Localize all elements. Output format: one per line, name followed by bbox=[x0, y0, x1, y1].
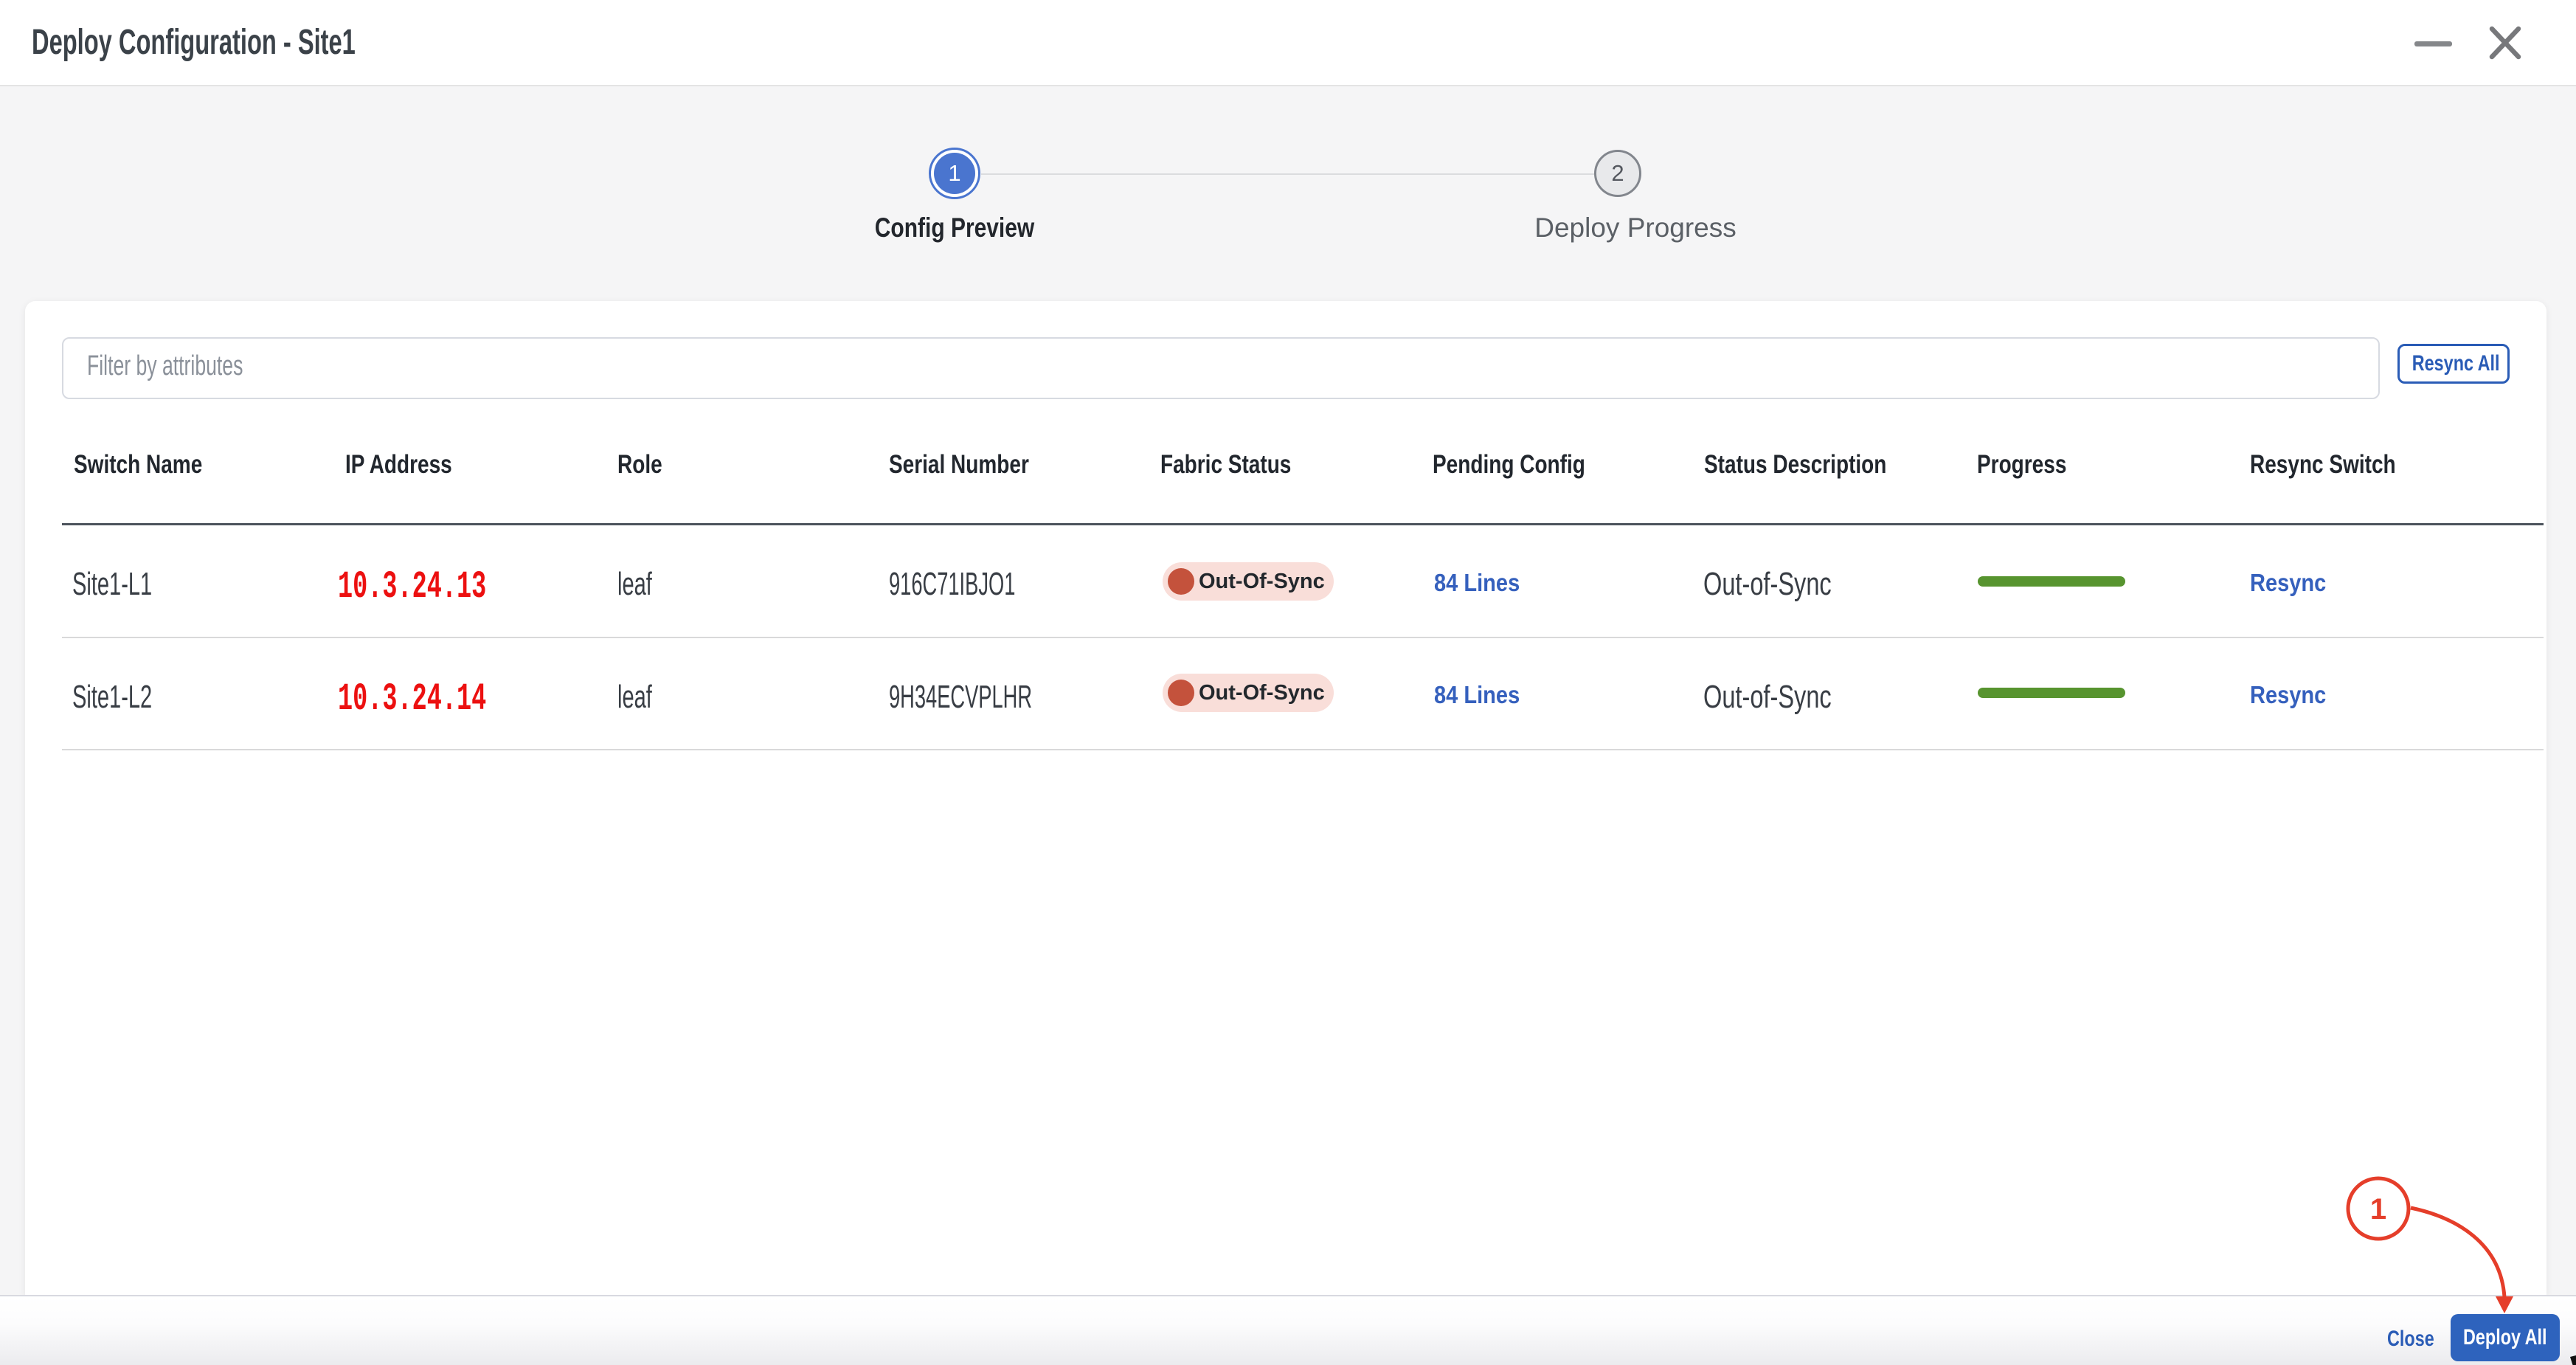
svg-text:1: 1 bbox=[2370, 1193, 2386, 1226]
